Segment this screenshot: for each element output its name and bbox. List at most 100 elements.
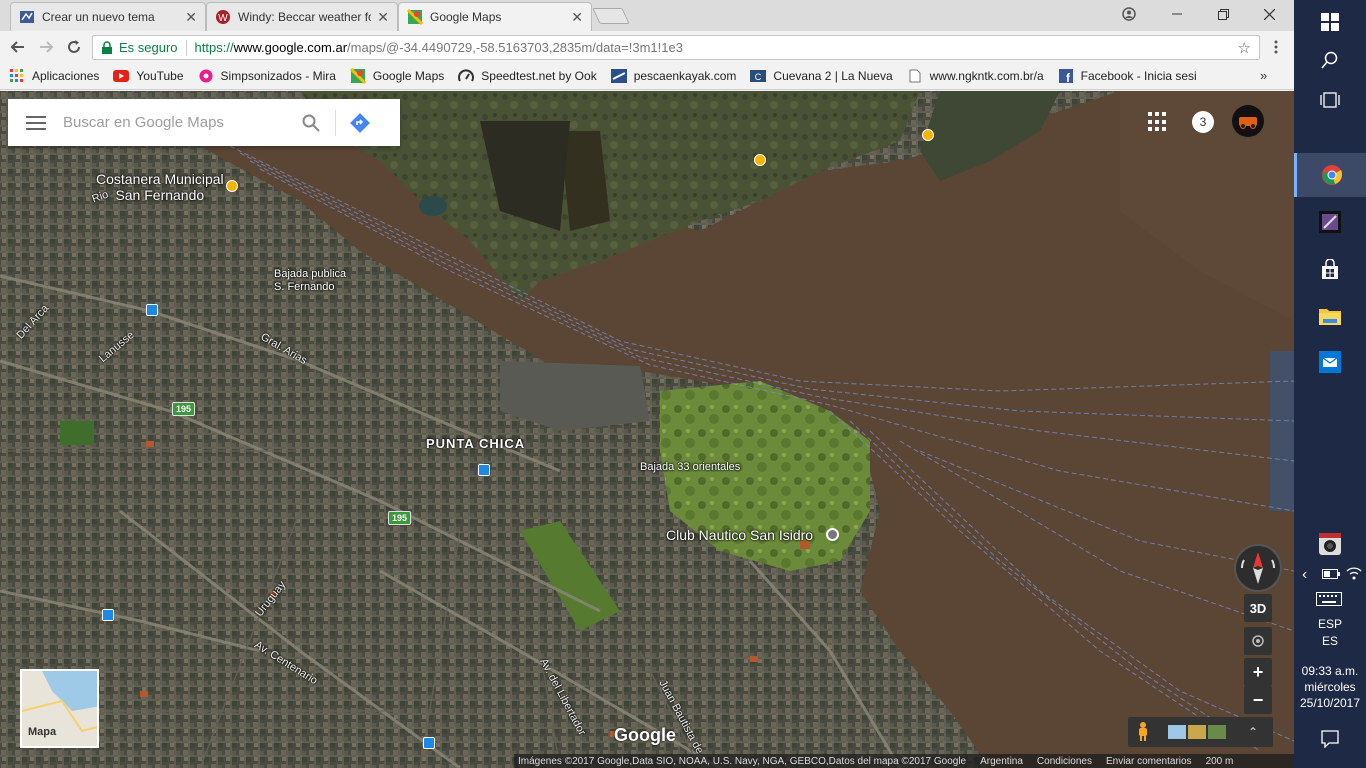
bookmark-google-maps[interactable]: Google Maps <box>349 68 445 84</box>
country-link[interactable]: Argentina <box>980 756 1023 767</box>
hamburger-menu-icon[interactable] <box>8 99 63 146</box>
pegman-icon[interactable] <box>1136 721 1150 744</box>
directions-icon[interactable] <box>342 99 378 146</box>
bookmark-label: Facebook - Inicia sesi <box>1080 69 1197 83</box>
bookmarks-overflow-icon[interactable]: » <box>1260 68 1267 83</box>
costanera-label-line1: Costanera Municipal <box>96 171 224 187</box>
scale-label[interactable]: 200 m <box>1206 756 1234 767</box>
tab-google-maps[interactable]: Google Maps ✕ <box>398 2 592 31</box>
zoom-in-button[interactable]: + <box>1244 658 1272 686</box>
youtube-icon <box>113 68 130 84</box>
action-center-icon[interactable] <box>1294 717 1366 761</box>
speedtest-icon <box>458 68 475 84</box>
starred-place-pin[interactable] <box>922 129 934 141</box>
keyboard-icon[interactable] <box>1316 592 1342 609</box>
bookmark-star-icon[interactable]: ☆ <box>1238 39 1251 57</box>
expand-chevron-icon[interactable]: ⌃ <box>1248 725 1258 739</box>
back-icon[interactable] <box>8 37 28 57</box>
close-icon[interactable]: ✕ <box>377 9 389 26</box>
imagery-thumb-sky[interactable] <box>1168 725 1186 739</box>
google-apps-icon[interactable] <box>1148 112 1168 132</box>
mail-icon[interactable] <box>1294 340 1366 384</box>
notifications-badge[interactable]: 3 <box>1192 111 1214 133</box>
clock-date: 25/10/2017 <box>1299 696 1361 710</box>
task-view-icon[interactable] <box>1294 78 1366 122</box>
imagery-thumb-field[interactable] <box>1188 725 1206 739</box>
bus-stop-icon[interactable] <box>478 464 490 476</box>
bus-stop-icon[interactable] <box>146 304 158 316</box>
file-explorer-icon[interactable] <box>1294 294 1366 338</box>
bajada-33-label[interactable]: Bajada 33 orientales <box>640 461 740 474</box>
camera-app-icon[interactable] <box>1294 521 1366 565</box>
search-box <box>8 99 400 146</box>
profile-icon[interactable] <box>1106 0 1152 28</box>
bookmark-cuevana[interactable]: C Cuevana 2 | La Nueva <box>750 68 893 84</box>
chrome-menu-icon[interactable] <box>1266 37 1286 57</box>
language-indicator[interactable]: ESP ES <box>1294 617 1366 648</box>
media-app-icon[interactable] <box>1294 200 1366 244</box>
feedback-link[interactable]: Enviar comentarios <box>1106 756 1192 767</box>
map-type-toggle[interactable]: Mapa <box>20 669 99 748</box>
url-path: /maps/@-34.4490729,-58.5163703,2835m/dat… <box>347 40 683 55</box>
search-input[interactable] <box>63 114 293 131</box>
search-icon[interactable] <box>293 99 329 146</box>
compass-icon[interactable] <box>1234 544 1282 592</box>
starred-place-pin[interactable] <box>754 154 766 166</box>
close-icon[interactable]: ✕ <box>185 9 197 26</box>
bookmark-label: Speedtest.net by Ook <box>481 69 597 83</box>
bookmark-label: Simpsonizados - Mira <box>220 69 336 83</box>
bajada-publica-label[interactable]: Bajada publica S. Fernando <box>274 268 346 294</box>
bookmark-youtube[interactable]: YouTube <box>113 68 184 84</box>
close-icon[interactable]: ✕ <box>571 9 583 26</box>
street-view-panel: ⌃ <box>1128 717 1273 747</box>
bookmark-aplicaciones[interactable]: Aplicaciones <box>9 68 99 84</box>
terms-link[interactable]: Condiciones <box>1037 756 1092 767</box>
tab-crear-tema[interactable]: Crear un nuevo tema ✕ <box>10 2 206 31</box>
forum-icon <box>19 9 35 25</box>
bookmark-facebook[interactable]: f Facebook - Inicia sesi <box>1058 68 1197 84</box>
reload-icon[interactable] <box>64 37 84 57</box>
costanera-label[interactable]: Costanera Municipal San Fernando <box>96 171 224 203</box>
starred-place-pin[interactable] <box>226 180 238 192</box>
bus-stop-icon[interactable] <box>102 609 114 621</box>
language-line2: ES <box>1321 634 1338 648</box>
imagery-thumbnails[interactable] <box>1168 725 1226 739</box>
bookmark-speedtest[interactable]: Speedtest.net by Ook <box>458 68 597 84</box>
map-footer: Imágenes ©2017 Google,Data SIO, NOAA, U.… <box>514 754 1294 768</box>
zoom-out-button[interactable]: − <box>1244 686 1272 714</box>
my-location-icon[interactable] <box>1244 627 1272 655</box>
club-nautico-pin-icon[interactable] <box>826 528 839 541</box>
lock-icon <box>102 40 112 54</box>
satellite-map[interactable]: Costanera Municipal San Fernando Bajada … <box>0 91 1294 768</box>
bookmark-ngkntk[interactable]: www.ngkntk.com.br/a <box>907 68 1044 84</box>
tab-windy[interactable]: W Windy: Beccar weather fo ✕ <box>206 2 398 31</box>
secure-indicator[interactable]: Es seguro <box>101 40 178 55</box>
3d-toggle-button[interactable]: 3D <box>1244 594 1272 622</box>
bookmark-pescaenkayak[interactable]: pescaenkayak.com <box>610 68 737 84</box>
bookmark-simpsonizados[interactable]: Simpsonizados - Mira <box>198 68 336 84</box>
bus-stop-icon[interactable] <box>423 737 435 749</box>
search-icon[interactable] <box>1294 38 1366 82</box>
clock[interactable]: 09:33 a.m. miércoles 25/10/2017 <box>1294 663 1366 711</box>
close-window-icon[interactable] <box>1246 0 1292 28</box>
store-icon[interactable] <box>1294 248 1366 292</box>
bookmark-label: Google Maps <box>372 69 445 83</box>
minimize-icon[interactable] <box>1154 0 1200 28</box>
avatar[interactable] <box>1232 105 1264 137</box>
imagery-thumb-park[interactable] <box>1208 725 1226 739</box>
url-protocol: https:// <box>194 40 234 55</box>
kayak-icon <box>610 68 627 84</box>
bajada-publica-line2: S. Fernando <box>274 281 335 293</box>
club-nautico-label[interactable]: Club Nautico San Isidro <box>666 527 813 543</box>
forward-icon[interactable] <box>36 37 56 57</box>
show-hidden-icons-icon[interactable]: ‹ <box>1302 566 1307 584</box>
battery-icon[interactable] <box>1322 568 1340 582</box>
chrome-taskbar-icon[interactable] <box>1294 153 1366 197</box>
wifi-icon[interactable] <box>1346 566 1362 583</box>
punta-chica-label[interactable]: PUNTA CHICA <box>426 436 525 451</box>
address-bar[interactable]: Es seguro https://www.google.com.ar/maps… <box>92 35 1260 60</box>
windy-icon: W <box>215 9 231 25</box>
new-tab-button[interactable] <box>592 8 630 24</box>
restore-icon[interactable] <box>1200 0 1246 28</box>
bookmark-label: pescaenkayak.com <box>633 69 737 83</box>
